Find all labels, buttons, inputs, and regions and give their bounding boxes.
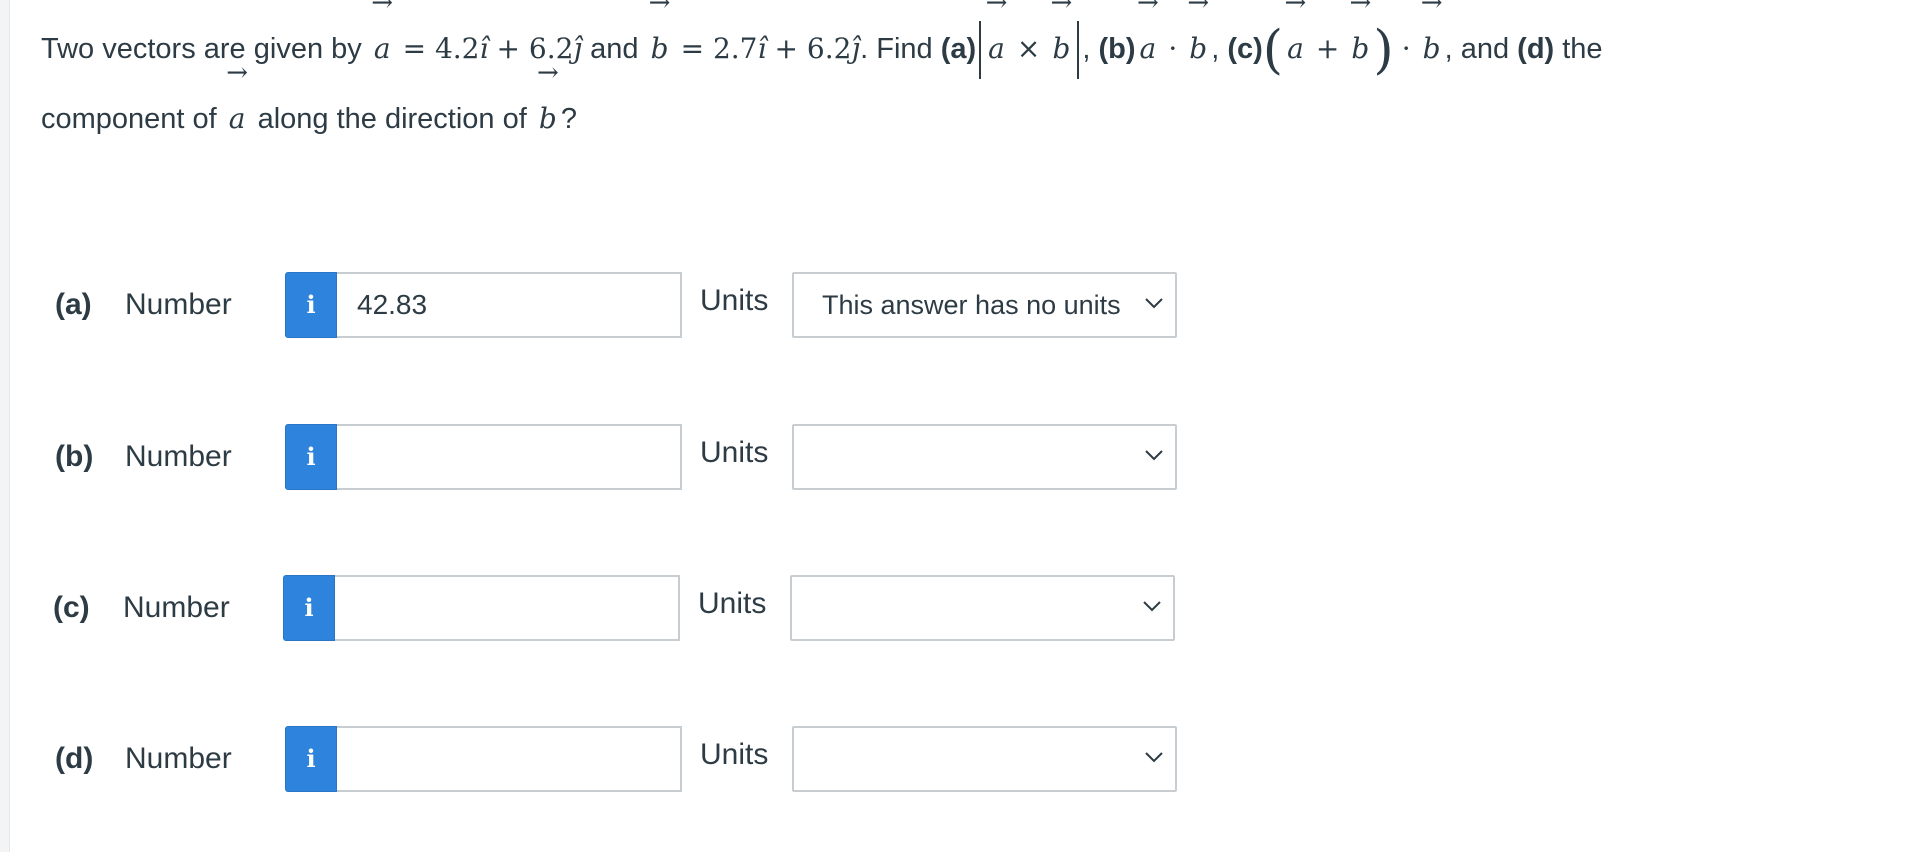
chevron-down-icon — [1145, 752, 1163, 763]
j-hat-symbol: ĵ — [851, 32, 861, 65]
answer-row-d: (d) Number i Units — [0, 726, 1200, 792]
part-d-marker: (d) — [1517, 33, 1555, 65]
vector-b-symbol: b — [1347, 0, 1373, 84]
j-hat-symbol: ĵ — [573, 32, 583, 65]
vector-a-symbol: a — [225, 58, 250, 154]
vector-b-symbol: b — [1185, 0, 1211, 84]
part-label: (d) — [55, 742, 94, 775]
units-select[interactable] — [790, 575, 1175, 641]
vector-a-symbol: a — [984, 0, 1009, 84]
answer-row-a: (a) Number i Units This answer has no un… — [0, 272, 1200, 338]
paren-open: ( — [1262, 20, 1284, 81]
dot-product-symbol: · — [1168, 32, 1178, 65]
vector-a-symbol: a — [370, 0, 395, 84]
question-component-of: component of — [41, 103, 217, 135]
units-label: Units — [698, 587, 767, 620]
number-input[interactable] — [335, 575, 680, 641]
vector-b-symbol: b — [647, 0, 673, 84]
info-icon-glyph: i — [306, 744, 316, 773]
part-b-marker: (b) — [1098, 33, 1136, 65]
part-label: (a) — [55, 288, 92, 321]
info-icon[interactable]: i — [285, 272, 337, 338]
number-label: Number — [125, 440, 232, 473]
question-and-final: , and — [1444, 33, 1510, 65]
comma: , — [1211, 33, 1220, 65]
paren-close: ) — [1373, 20, 1394, 81]
question-text: Two vectors are given by a = 4.2î + 6.2ĵ… — [41, 0, 1901, 154]
number-label: Number — [125, 288, 232, 321]
question-line-1: Two vectors are given by a = 4.2î + 6.2ĵ… — [41, 0, 1901, 84]
vector-b-symbol: b — [1419, 0, 1445, 84]
vector-a-symbol: a — [1283, 0, 1308, 84]
chevron-down-icon — [1143, 601, 1161, 612]
number-label: Number — [123, 591, 230, 624]
plus-symbol: + — [1315, 32, 1340, 65]
vector-b-symbol: b — [535, 58, 561, 154]
question-find: . Find — [860, 33, 933, 65]
units-label: Units — [700, 284, 769, 317]
chevron-down-icon — [1145, 298, 1163, 309]
info-icon[interactable]: i — [285, 424, 337, 490]
i-hat-symbol: î — [479, 32, 489, 65]
answer-row-c: (c) Number i Units — [0, 575, 1198, 641]
info-icon[interactable]: i — [285, 726, 337, 792]
i-hat-symbol: î — [757, 32, 767, 65]
vector-b-y-coeff: + 6.2 — [774, 32, 852, 65]
number-input[interactable] — [337, 726, 682, 792]
chevron-down-icon — [1145, 450, 1163, 461]
units-label: Units — [700, 436, 769, 469]
vector-a-symbol: a — [1136, 0, 1161, 84]
vector-b-x-coeff: = 2.7 — [680, 32, 758, 65]
dot-product-symbol: · — [1401, 32, 1411, 65]
info-icon-glyph: i — [306, 442, 316, 471]
vector-a-x-coeff: = 4.2 — [402, 32, 480, 65]
question-the: the — [1562, 33, 1603, 65]
info-icon[interactable]: i — [283, 575, 335, 641]
number-input[interactable] — [337, 272, 682, 338]
cross-product-symbol: × — [1016, 32, 1041, 65]
abs-bar-left — [979, 21, 982, 80]
info-icon-glyph: i — [306, 290, 316, 319]
units-selected-value: This answer has no units — [822, 290, 1121, 320]
comma: , — [1082, 33, 1091, 65]
units-select[interactable] — [792, 424, 1177, 490]
question-and: and — [590, 33, 639, 65]
info-icon-glyph: i — [304, 593, 314, 622]
number-label: Number — [125, 742, 232, 775]
units-label: Units — [700, 738, 769, 771]
question-along-direction: along the direction of — [257, 103, 527, 135]
part-a-marker: (a) — [940, 33, 977, 65]
question-mark: ? — [560, 103, 577, 135]
answer-row-b: (b) Number i Units — [0, 424, 1200, 490]
number-input[interactable] — [337, 424, 682, 490]
question-line-2: component of a along the direction of b? — [41, 58, 1901, 154]
part-label: (b) — [55, 440, 94, 473]
abs-bar-right — [1077, 21, 1080, 80]
question-intro: Two vectors are given by — [41, 33, 362, 65]
vector-b-symbol: b — [1048, 0, 1074, 84]
part-label: (c) — [53, 591, 90, 624]
part-c-marker: (c) — [1227, 33, 1263, 65]
units-select[interactable]: This answer has no units — [792, 272, 1177, 338]
units-select[interactable] — [792, 726, 1177, 792]
